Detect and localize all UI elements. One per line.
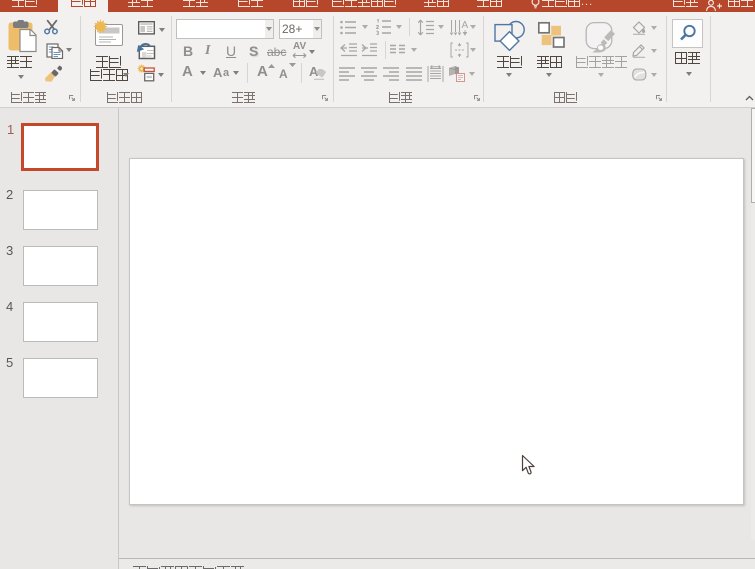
svg-text:A: A: [462, 20, 469, 31]
